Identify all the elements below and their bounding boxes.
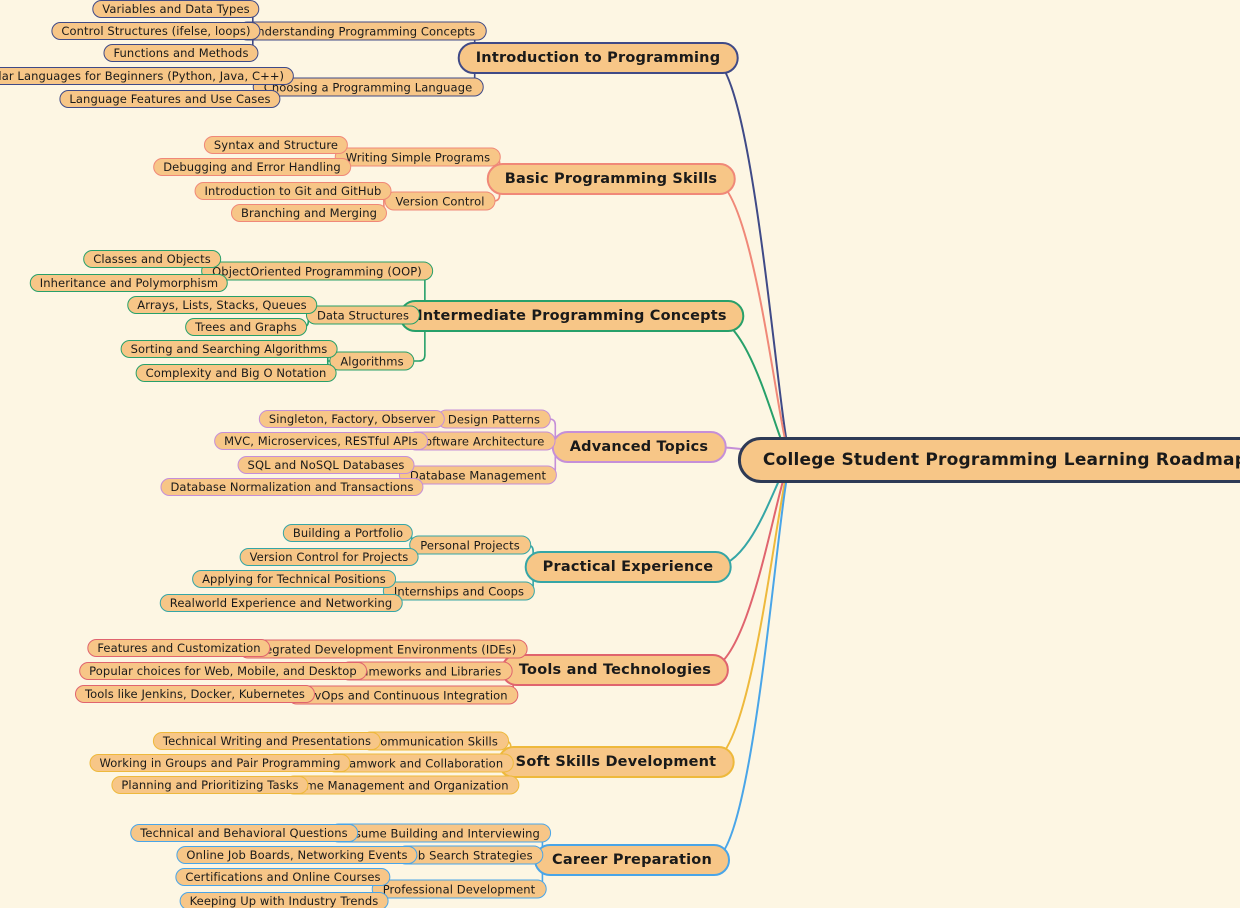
sub-node-6-0[interactable]: Communication Skills [361, 731, 509, 751]
leaf-node-0-1-0[interactable]: Popular Languages for Beginners (Python,… [0, 67, 295, 85]
sub-node-7-1[interactable]: Job Search Strategies [396, 845, 544, 865]
branch-node-1[interactable]: Basic Programming Skills [486, 163, 736, 195]
leaf-node-3-1-0[interactable]: MVC, Microservices, RESTful APIs [214, 432, 428, 450]
leaf-node-3-2-1[interactable]: Database Normalization and Transactions [160, 478, 424, 496]
leaf-node-2-1-0[interactable]: Arrays, Lists, Stacks, Queues [127, 296, 317, 314]
sub-node-5-2[interactable]: DevOps and Continuous Integration [287, 685, 519, 705]
sub-node-1-1[interactable]: Version Control [384, 191, 496, 211]
branch-node-6[interactable]: Soft Skills Development [497, 746, 735, 778]
sub-node-3-1[interactable]: Software Architecture [406, 431, 556, 451]
leaf-node-4-0-1[interactable]: Version Control for Projects [239, 548, 419, 566]
leaf-node-7-2-0[interactable]: Certifications and Online Courses [175, 868, 391, 886]
sub-node-4-1[interactable]: Internships and Coops [382, 581, 536, 601]
leaf-node-5-2-0[interactable]: Tools like Jenkins, Docker, Kubernetes [74, 685, 316, 703]
sub-node-4-0[interactable]: Personal Projects [409, 535, 531, 555]
leaf-node-2-2-1[interactable]: Complexity and Big O Notation [135, 364, 337, 382]
leaf-node-6-2-0[interactable]: Planning and Prioritizing Tasks [111, 776, 309, 794]
leaf-node-1-1-0[interactable]: Introduction to Git and GitHub [194, 182, 392, 200]
leaf-node-7-2-1[interactable]: Keeping Up with Industry Trends [179, 892, 389, 908]
branch-node-3[interactable]: Advanced Topics [551, 431, 727, 463]
leaf-node-1-1-1[interactable]: Branching and Merging [230, 204, 388, 222]
sub-node-2-0[interactable]: ObjectOriented Programming (OOP) [201, 261, 433, 281]
sub-node-7-2[interactable]: Professional Development [371, 879, 547, 899]
mindmap-canvas: College Student Programming Learning Roa… [0, 0, 1240, 908]
branch-node-2[interactable]: Intermediate Programming Concepts [399, 300, 745, 332]
leaf-node-5-1-0[interactable]: Popular choices for Web, Mobile, and Des… [79, 662, 367, 680]
leaf-node-0-0-1[interactable]: Control Structures (ifelse, loops) [51, 22, 261, 40]
leaf-node-6-1-0[interactable]: Working in Groups and Pair Programming [89, 754, 351, 772]
leaf-node-2-0-1[interactable]: Inheritance and Polymorphism [29, 274, 229, 292]
leaf-node-3-2-0[interactable]: SQL and NoSQL Databases [237, 456, 415, 474]
leaf-node-1-0-1[interactable]: Debugging and Error Handling [153, 158, 351, 176]
sub-node-7-0[interactable]: Resume Building and Interviewing [329, 823, 551, 843]
sub-node-3-2[interactable]: Database Management [398, 465, 558, 485]
branch-node-4[interactable]: Practical Experience [524, 551, 732, 583]
leaf-node-0-0-0[interactable]: Variables and Data Types [92, 0, 260, 18]
leaf-node-5-0-0[interactable]: Features and Customization [87, 639, 271, 657]
branch-node-7[interactable]: Career Preparation [534, 844, 730, 876]
leaf-node-6-0-0[interactable]: Technical Writing and Presentations [152, 732, 382, 750]
leaf-node-7-0-0[interactable]: Technical and Behavioral Questions [130, 824, 358, 842]
sub-node-0-0[interactable]: Understanding Programming Concepts [237, 21, 487, 41]
sub-node-3-0[interactable]: Design Patterns [436, 409, 552, 429]
branch-node-0[interactable]: Introduction to Programming [457, 42, 739, 74]
connector [709, 459, 794, 763]
leaf-node-2-0-0[interactable]: Classes and Objects [83, 250, 221, 268]
branch-node-5[interactable]: Tools and Technologies [500, 654, 730, 686]
sub-node-5-0[interactable]: Integrated Development Environments (IDE… [238, 639, 528, 659]
leaf-node-0-0-2[interactable]: Functions and Methods [103, 44, 259, 62]
leaf-node-4-0-0[interactable]: Building a Portfolio [282, 524, 414, 542]
sub-node-6-2[interactable]: Time Management and Organization [284, 775, 520, 795]
leaf-node-7-1-0[interactable]: Online Job Boards, Networking Events [176, 846, 418, 864]
connector [710, 57, 794, 461]
sub-node-2-2[interactable]: Algorithms [329, 351, 415, 371]
leaf-node-0-1-1[interactable]: Language Features and Use Cases [59, 90, 281, 108]
root-node[interactable]: College Student Programming Learning Roa… [737, 437, 1240, 483]
leaf-node-3-0-0[interactable]: Singleton, Factory, Observer [258, 410, 446, 428]
leaf-node-4-1-0[interactable]: Applying for Technical Positions [192, 570, 396, 588]
leaf-node-2-2-0[interactable]: Sorting and Searching Algorithms [120, 340, 338, 358]
sub-node-1-0[interactable]: Writing Simple Programs [334, 147, 502, 167]
leaf-node-2-1-1[interactable]: Trees and Graphs [185, 318, 307, 336]
leaf-node-1-0-0[interactable]: Syntax and Structure [203, 136, 349, 154]
leaf-node-4-1-1[interactable]: Realworld Experience and Networking [159, 594, 403, 612]
sub-node-2-1[interactable]: Data Structures [305, 305, 421, 325]
sub-node-6-1[interactable]: Teamwork and Collaboration [325, 753, 515, 773]
